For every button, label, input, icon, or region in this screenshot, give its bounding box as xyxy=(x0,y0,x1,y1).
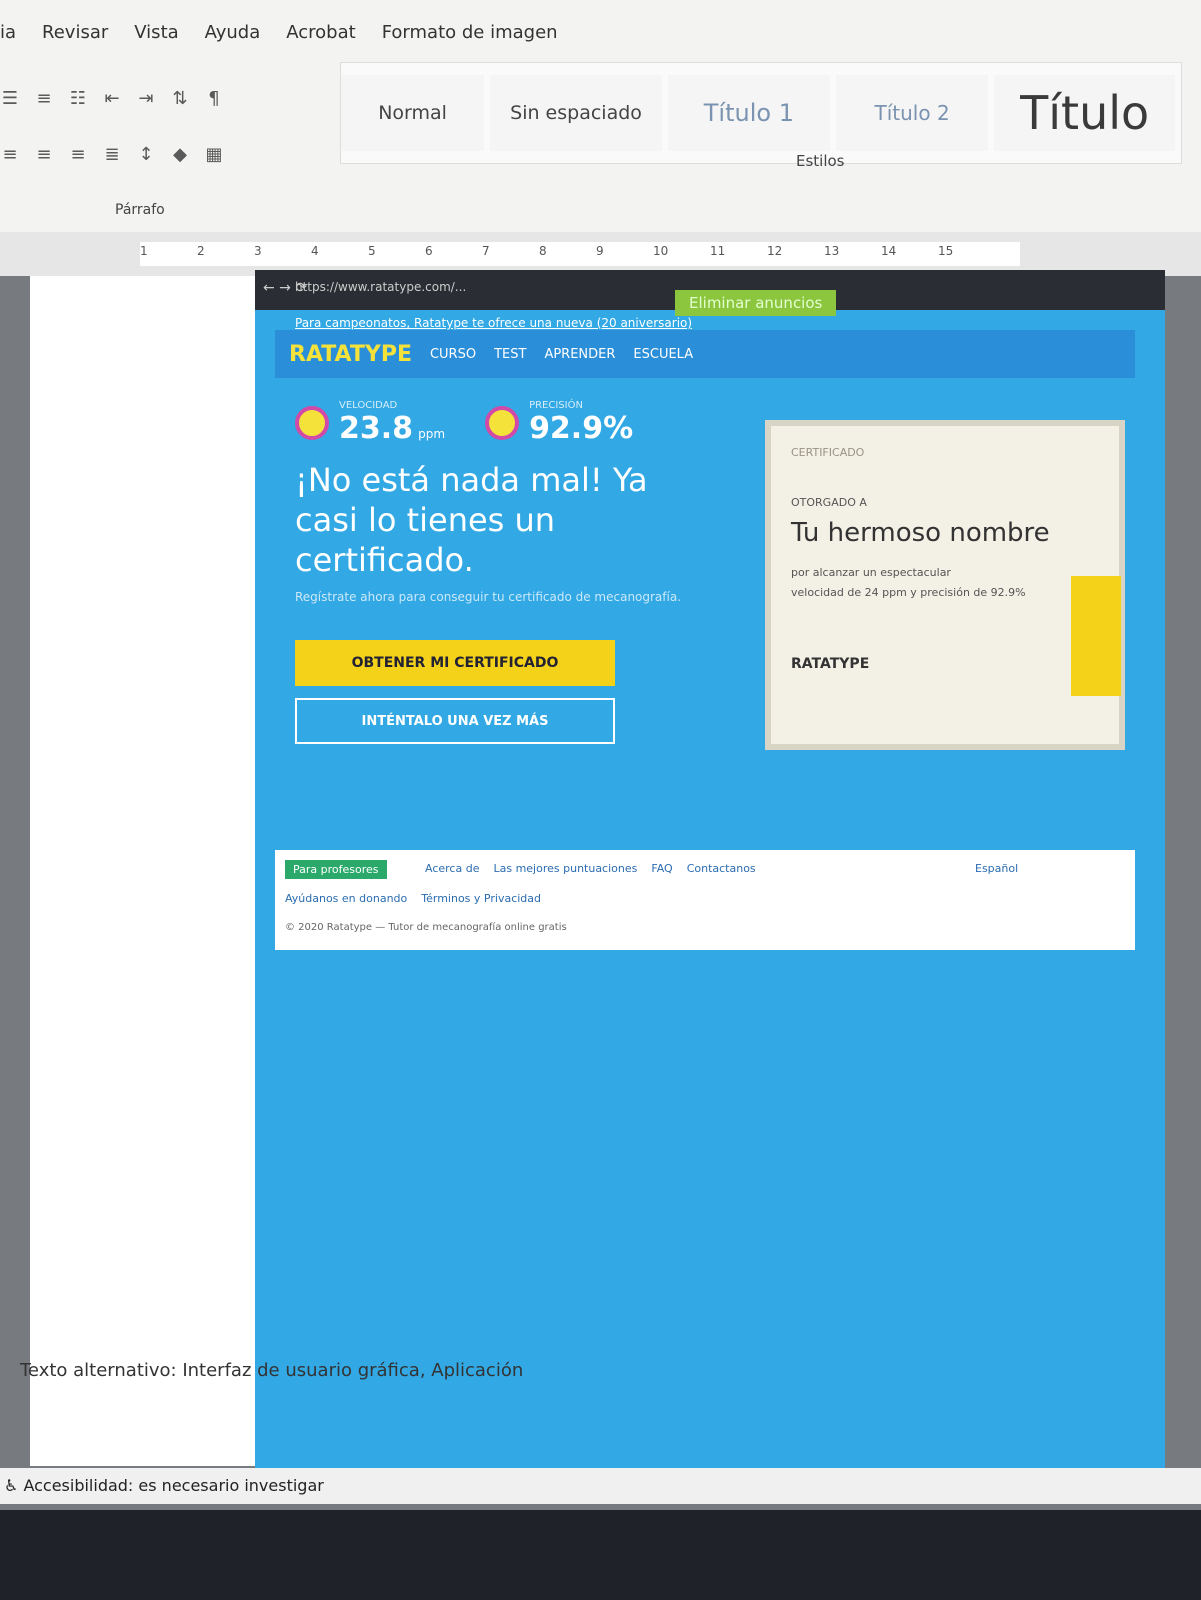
target-icon xyxy=(485,406,520,440)
multilevel-list-icon[interactable]: ☷ xyxy=(68,88,88,109)
decrease-indent-icon[interactable]: ⇤ xyxy=(102,88,122,109)
accuracy-label: PRECISIÓN xyxy=(529,400,583,411)
style-titulo1[interactable]: Título 1 xyxy=(667,75,830,151)
menu-item-revisar[interactable]: Revisar xyxy=(42,22,108,52)
pilcrow-icon[interactable]: ¶ xyxy=(204,88,224,109)
status-bar: ♿ Accesibilidad: es necesario investigar xyxy=(0,1468,1201,1504)
ruler-mark: 2 xyxy=(197,244,205,258)
ruler-mark: 5 xyxy=(368,244,376,258)
ruler-mark: 4 xyxy=(311,244,319,258)
style-titulo2[interactable]: Título 2 xyxy=(835,75,989,151)
speed-unit: ppm xyxy=(418,427,446,441)
accessibility-text: Accesibilidad: es necesario investigar xyxy=(23,1476,324,1495)
footer-link[interactable]: Acerca de xyxy=(425,862,479,875)
ruler-mark: 7 xyxy=(482,244,490,258)
style-normal[interactable]: Normal xyxy=(341,75,485,151)
borders-icon[interactable]: ▦ xyxy=(204,144,224,165)
get-certificate-button[interactable]: OBTENER MI CERTIFICADO xyxy=(295,640,615,686)
footer-links-secondary: Ayúdanos en donando Términos y Privacida… xyxy=(285,892,541,905)
ruler-mark: 15 xyxy=(938,244,954,258)
styles-group-label: Estilos xyxy=(796,152,845,170)
certificate-awarded-to: OTORGADO A xyxy=(791,496,867,509)
site-header: RATATYPE CURSO TEST APRENDER ESCUELA xyxy=(275,330,1135,378)
footer-link[interactable]: Contactanos xyxy=(687,862,756,875)
embedded-screenshot[interactable]: ← → ⟳ https://www.ratatype.com/... Elimi… xyxy=(255,270,1165,1480)
speedometer-icon xyxy=(295,406,329,440)
site-footer: Para profesores Acerca de Las mejores pu… xyxy=(275,850,1135,950)
certificate-brand: RATATYPE xyxy=(791,656,870,672)
ruler-mark: 6 xyxy=(425,244,433,258)
footer-links: Acerca de Las mejores puntuaciones FAQ C… xyxy=(425,862,756,875)
sort-icon[interactable]: ⇅ xyxy=(170,88,190,109)
footer-link[interactable]: Términos y Privacidad xyxy=(421,892,541,905)
align-left-icon[interactable]: ≡ xyxy=(0,144,20,165)
footer-link[interactable]: FAQ xyxy=(651,862,672,875)
nav-item[interactable]: APRENDER xyxy=(544,347,615,362)
menu-item-ayuda[interactable]: Ayuda xyxy=(205,22,261,52)
menu-item-vista[interactable]: Vista xyxy=(134,22,178,52)
ruler-mark: 14 xyxy=(881,244,897,258)
language-selector[interactable]: Español xyxy=(975,862,1018,875)
nav-item[interactable]: ESCUELA xyxy=(633,347,693,362)
teachers-button[interactable]: Para profesores xyxy=(285,860,387,879)
address-bar[interactable]: https://www.ratatype.com/... xyxy=(295,280,466,294)
accessibility-icon: ♿ xyxy=(4,1476,24,1495)
ribbon: ia Revisar Vista Ayuda Acrobat Formato d… xyxy=(0,0,1201,233)
style-sin-espaciado[interactable]: Sin espaciado xyxy=(490,75,662,151)
nav-item[interactable]: CURSO xyxy=(430,347,476,362)
ruler-mark: 8 xyxy=(539,244,547,258)
footer-link[interactable]: Las mejores puntuaciones xyxy=(493,862,637,875)
delete-ads-button[interactable]: Eliminar anuncios xyxy=(675,290,837,316)
certificate-line1: por alcanzar un espectacular xyxy=(791,566,951,579)
ruler-mark: 1 xyxy=(140,244,148,258)
menu-item-formato-imagen[interactable]: Formato de imagen xyxy=(382,22,558,52)
ruler-mark: 13 xyxy=(824,244,840,258)
menu-bar: ia Revisar Vista Ayuda Acrobat Formato d… xyxy=(0,22,558,52)
increase-indent-icon[interactable]: ⇥ xyxy=(136,88,156,109)
paragraph-tools-row2: ≡ ≡ ≡ ≣ ↕ ◆ ▦ xyxy=(0,144,224,165)
stats-row: VELOCIDAD 23.8 ppm PRECISIÓN 92.9% xyxy=(295,400,633,446)
bullets-icon[interactable]: ☰ xyxy=(0,88,20,109)
ruler-numbers: 1 2 3 4 5 6 7 8 9 10 11 12 13 14 15 xyxy=(140,244,995,258)
result-subtext: Regístrate ahora para conseguir tu certi… xyxy=(295,590,682,604)
ratatype-logo[interactable]: RATATYPE xyxy=(289,342,412,367)
ruler-mark: 11 xyxy=(710,244,726,258)
menu-item-ia[interactable]: ia xyxy=(0,22,16,52)
retry-button[interactable]: INTÉNTALO UNA VEZ MÁS xyxy=(295,698,615,744)
footer-copyright: © 2020 Ratatype — Tutor de mecanografía … xyxy=(285,922,567,933)
align-right-icon[interactable]: ≡ xyxy=(68,144,88,165)
alt-text-caption: Texto alternativo: Interfaz de usuario g… xyxy=(20,1360,524,1381)
promo-link[interactable]: Para campeonatos, Ratatype te ofrece una… xyxy=(295,316,692,330)
paragraph-tools-row1: ☰ ≡ ☷ ⇤ ⇥ ⇅ ¶ xyxy=(0,88,224,109)
styles-gallery: Normal Sin espaciado Título 1 Título 2 T… xyxy=(340,62,1182,164)
certificate-name: Tu hermoso nombre xyxy=(791,518,1050,548)
line-spacing-icon[interactable]: ↕ xyxy=(136,144,156,165)
numbering-icon[interactable]: ≡ xyxy=(34,88,54,109)
result-headline: ¡No está nada mal! Ya casi lo tienes un … xyxy=(295,461,648,579)
accessibility-status[interactable]: ♿ Accesibilidad: es necesario investigar xyxy=(4,1476,324,1495)
certificate-title: CERTIFICADO xyxy=(791,446,865,459)
shading-icon[interactable]: ◆ xyxy=(170,144,190,165)
accuracy-value: 92.9% xyxy=(529,411,634,446)
style-titulo[interactable]: Título xyxy=(994,75,1175,151)
certificate-preview: CERTIFICADO OTORGADO A Tu hermoso nombre… xyxy=(765,420,1125,750)
certificate-line2: velocidad de 24 ppm y precisión de 92.9% xyxy=(791,586,1026,599)
ruler-mark: 12 xyxy=(767,244,783,258)
align-center-icon[interactable]: ≡ xyxy=(34,144,54,165)
footer-link[interactable]: Ayúdanos en donando xyxy=(285,892,407,905)
justify-icon[interactable]: ≣ xyxy=(102,144,122,165)
paragraph-group-label: Párrafo xyxy=(115,202,165,218)
ruler-mark: 9 xyxy=(596,244,604,258)
menu-item-acrobat[interactable]: Acrobat xyxy=(286,22,355,52)
speed-label: VELOCIDAD xyxy=(339,400,398,411)
ruler-mark: 10 xyxy=(653,244,669,258)
nav-item[interactable]: TEST xyxy=(494,347,526,362)
ruler-mark: 3 xyxy=(254,244,262,258)
certificate-ribbon xyxy=(1071,576,1121,696)
speed-value: 23.8 xyxy=(339,411,414,446)
